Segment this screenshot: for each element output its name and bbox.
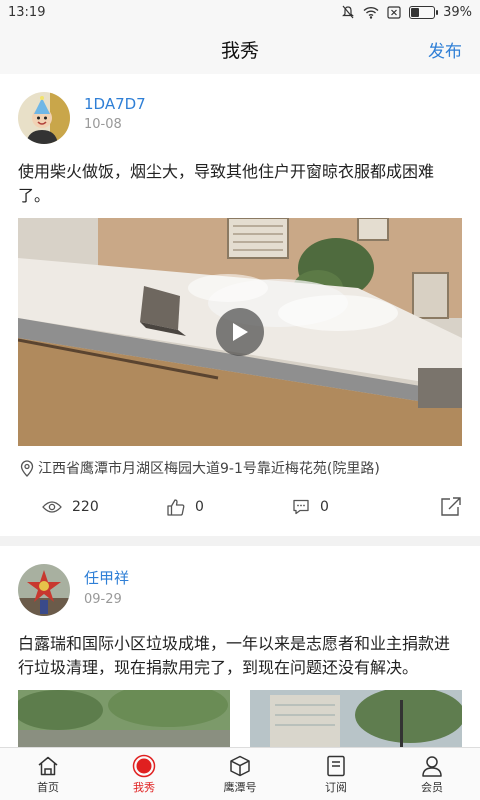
post-date: 09-29 — [84, 592, 122, 607]
post-feed[interactable]: 1DA7D7 10-08 使用柴火做饭，烟尘大，导致其他住户开窗晾衣服都成困难了… — [0, 74, 480, 748]
battery-icon — [409, 5, 439, 19]
location-pin-icon — [20, 459, 34, 477]
post-card[interactable]: 1DA7D7 10-08 使用柴火做饭，烟尘大，导致其他住户开窗晾衣服都成困难了… — [0, 74, 480, 536]
post-card[interactable]: 任甲祥 09-29 白露瑞和国际小区垃圾成堆，一年以来是志愿者和业主捐款进行垃圾… — [0, 546, 480, 748]
avatar[interactable] — [18, 564, 70, 616]
record-icon — [132, 754, 156, 778]
tab-label: 首页 — [37, 781, 59, 794]
battery-percent: 39% — [443, 4, 472, 20]
views-value: 220 — [72, 499, 99, 515]
post-text: 白露瑞和国际小区垃圾成堆，一年以来是志愿者和业主捐款进行垃圾清理，现在捐款用完了… — [18, 634, 451, 677]
post-image[interactable] — [18, 690, 230, 748]
post-images — [18, 690, 462, 748]
tab-home[interactable]: 首页 — [0, 748, 96, 800]
likes-value: 0 — [195, 499, 204, 515]
play-button[interactable] — [216, 308, 264, 356]
post-stats: 220 0 0 — [0, 478, 480, 536]
comments-value: 0 — [320, 499, 329, 515]
comment-button[interactable]: 0 — [292, 499, 412, 515]
bottom-tab-bar: 首页 我秀 鹰潭号 订阅 会员 — [0, 747, 480, 800]
cube-icon — [230, 755, 250, 777]
post-image[interactable] — [250, 690, 462, 748]
mute-icon — [342, 5, 355, 19]
post-header: 任甲祥 09-29 — [0, 546, 480, 618]
tab-woxiu[interactable]: 我秀 — [96, 748, 192, 800]
post-header: 1DA7D7 10-08 — [0, 74, 480, 146]
tab-label: 鹰潭号 — [223, 781, 257, 794]
comment-icon — [293, 499, 309, 515]
publish-button[interactable]: 发布 — [428, 37, 462, 62]
play-icon — [233, 323, 248, 341]
wifi-icon — [363, 6, 379, 19]
status-time: 13:19 — [8, 4, 46, 20]
post-username[interactable]: 任甲祥 — [84, 567, 129, 588]
user-icon — [422, 756, 442, 777]
post-location[interactable]: 江西省鹰潭市月湖区梅园大道9-1号靠近梅花苑(院里路) — [0, 446, 480, 478]
tab-label: 订阅 — [325, 781, 347, 794]
document-icon — [327, 755, 345, 777]
thumbs-up-icon — [167, 498, 185, 516]
sim-x-icon — [387, 5, 401, 19]
nav-bar: 我秀 发布 — [0, 24, 480, 74]
tab-label: 会员 — [421, 781, 443, 794]
post-date: 10-08 — [84, 117, 122, 132]
post-text: 使用柴火做饭，烟尘大，导致其他住户开窗晾衣服都成困难了。 — [18, 162, 435, 205]
tab-label: 我秀 — [133, 781, 155, 794]
tab-member[interactable]: 会员 — [384, 748, 480, 800]
like-button[interactable]: 0 — [167, 498, 292, 516]
avatar[interactable] — [18, 92, 70, 144]
post-video-thumbnail[interactable] — [18, 218, 462, 446]
views-count: 220 — [18, 499, 167, 515]
eye-icon — [42, 501, 62, 513]
page-title: 我秀 — [220, 39, 259, 62]
share-button[interactable] — [440, 497, 462, 517]
share-icon — [441, 497, 461, 516]
location-text: 江西省鹰潭市月湖区梅园大道9-1号靠近梅花苑(院里路) — [38, 461, 380, 477]
post-username[interactable]: 1DA7D7 — [84, 95, 146, 113]
tab-subscribe[interactable]: 订阅 — [288, 748, 384, 800]
tab-yingtanhao[interactable]: 鹰潭号 — [192, 748, 288, 800]
home-icon — [38, 756, 58, 776]
status-bar: 13:19 39% — [0, 0, 480, 24]
